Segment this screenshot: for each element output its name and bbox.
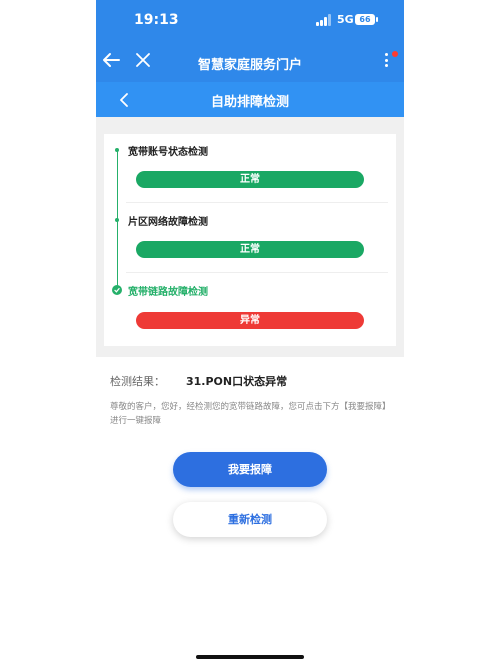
app-title: 智慧家庭服务门户 bbox=[197, 58, 302, 73]
check-status-badge: 正常 bbox=[136, 171, 364, 188]
divider bbox=[126, 202, 388, 203]
check-status-badge: 正常 bbox=[136, 241, 364, 258]
check-circle-icon bbox=[112, 285, 122, 295]
more-options-icon[interactable] bbox=[383, 53, 389, 69]
network-type: 5G bbox=[337, 13, 354, 26]
result-description: 尊敬的客户，您好，经检测您的宽带链路故障，您可点击下方【我要报障】进行一键报障 bbox=[110, 402, 391, 426]
signal-icon bbox=[316, 14, 332, 26]
page-title: 自助排障检测 bbox=[210, 95, 289, 110]
phone-screen: 19:13 5G 66 智慧家庭服务门户 自助排障检测 宽带账号状态检测 正常 bbox=[96, 0, 404, 667]
result-value: 31.PON口状态异常 bbox=[186, 375, 288, 388]
result-label: 检测结果： bbox=[110, 375, 165, 388]
check-card: 宽带账号状态检测 正常 片区网络故障检测 正常 宽带链路故障检测 异常 bbox=[104, 134, 396, 346]
home-indicator[interactable] bbox=[196, 655, 304, 659]
check-section: 宽带账号状态检测 正常 片区网络故障检测 正常 宽带链路故障检测 异常 bbox=[96, 117, 404, 357]
timeline-dot bbox=[115, 148, 119, 152]
sub-header: 自助排障检测 bbox=[96, 82, 404, 117]
report-fault-button[interactable]: 我要报障 bbox=[173, 452, 327, 487]
divider bbox=[126, 272, 388, 273]
check-item-label: 宽带账号状态检测 bbox=[128, 147, 208, 158]
status-time: 19:13 bbox=[134, 12, 179, 28]
check-item-label: 片区网络故障检测 bbox=[128, 217, 208, 228]
notification-dot bbox=[392, 51, 398, 57]
check-item-label: 宽带链路故障检测 bbox=[128, 287, 208, 298]
battery-icon: 66 bbox=[355, 14, 378, 25]
check-status-badge: 异常 bbox=[136, 312, 364, 329]
timeline-dot bbox=[115, 218, 119, 222]
header: 19:13 5G 66 智慧家庭服务门户 bbox=[96, 0, 404, 82]
retest-button[interactable]: 重新检测 bbox=[173, 502, 327, 537]
